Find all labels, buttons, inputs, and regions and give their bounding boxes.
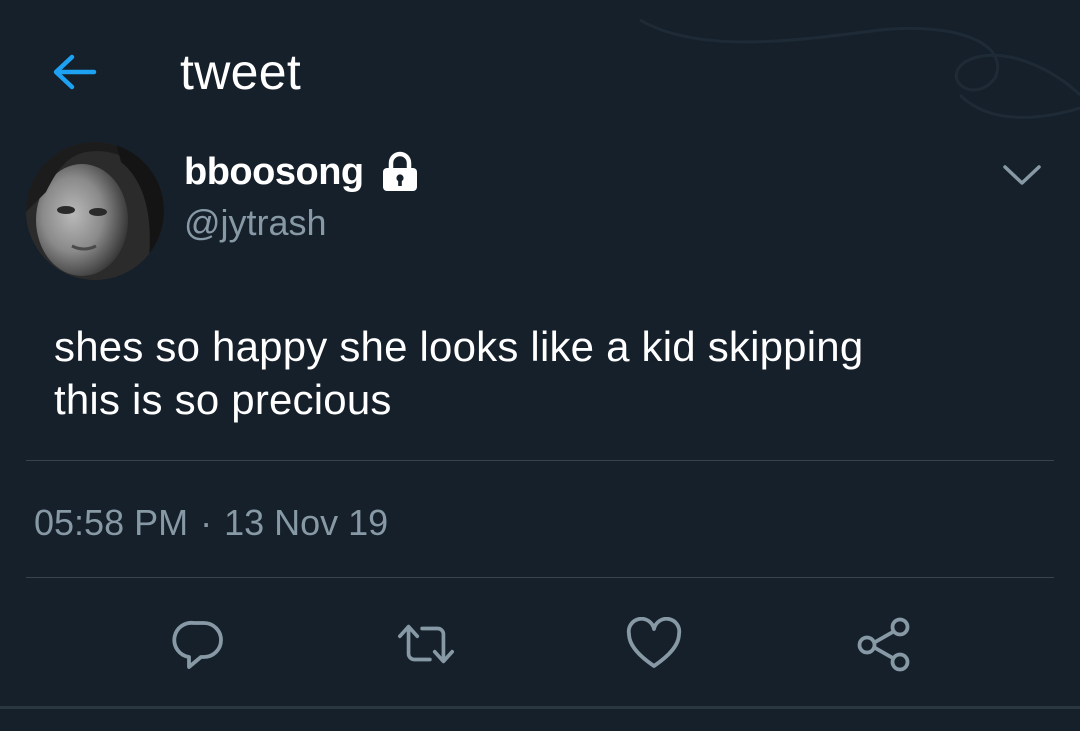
share-button[interactable] <box>852 613 914 675</box>
share-icon <box>857 617 910 672</box>
author-display-name[interactable]: bboosong <box>184 148 364 196</box>
retweet-icon <box>398 624 454 664</box>
lock-icon <box>382 151 417 191</box>
tweet-date: 13 Nov 19 <box>224 502 389 543</box>
tweet-time: 05:58 PM <box>34 502 189 543</box>
reply-button[interactable] <box>168 613 230 675</box>
back-button[interactable] <box>46 48 102 96</box>
tweet-text-line: this is so precious <box>54 376 392 423</box>
page-title: tweet <box>180 44 302 100</box>
chevron-down-icon <box>1003 165 1041 185</box>
author-name-row: bboosong <box>184 148 420 196</box>
arrow-left-icon <box>53 54 97 90</box>
author-handle[interactable]: @jytrash <box>184 200 327 246</box>
tweet-text: shes so happy she looks like a kid skipp… <box>54 320 1034 426</box>
avatar-photo <box>26 142 164 280</box>
heart-icon <box>626 617 682 668</box>
avatar[interactable] <box>26 142 164 280</box>
retweet-button[interactable] <box>395 613 457 675</box>
reply-icon <box>172 620 223 669</box>
tweet-timestamp: 05:58 PM · 13 Nov 19 <box>34 500 388 546</box>
divider <box>26 460 1054 461</box>
tweet-menu-button[interactable] <box>998 156 1046 194</box>
tweet-text-line: shes so happy she looks like a kid skipp… <box>54 323 864 370</box>
divider <box>26 577 1054 578</box>
like-button[interactable] <box>623 613 685 675</box>
bottom-divider <box>0 706 1080 709</box>
meta-separator: · <box>200 502 213 543</box>
